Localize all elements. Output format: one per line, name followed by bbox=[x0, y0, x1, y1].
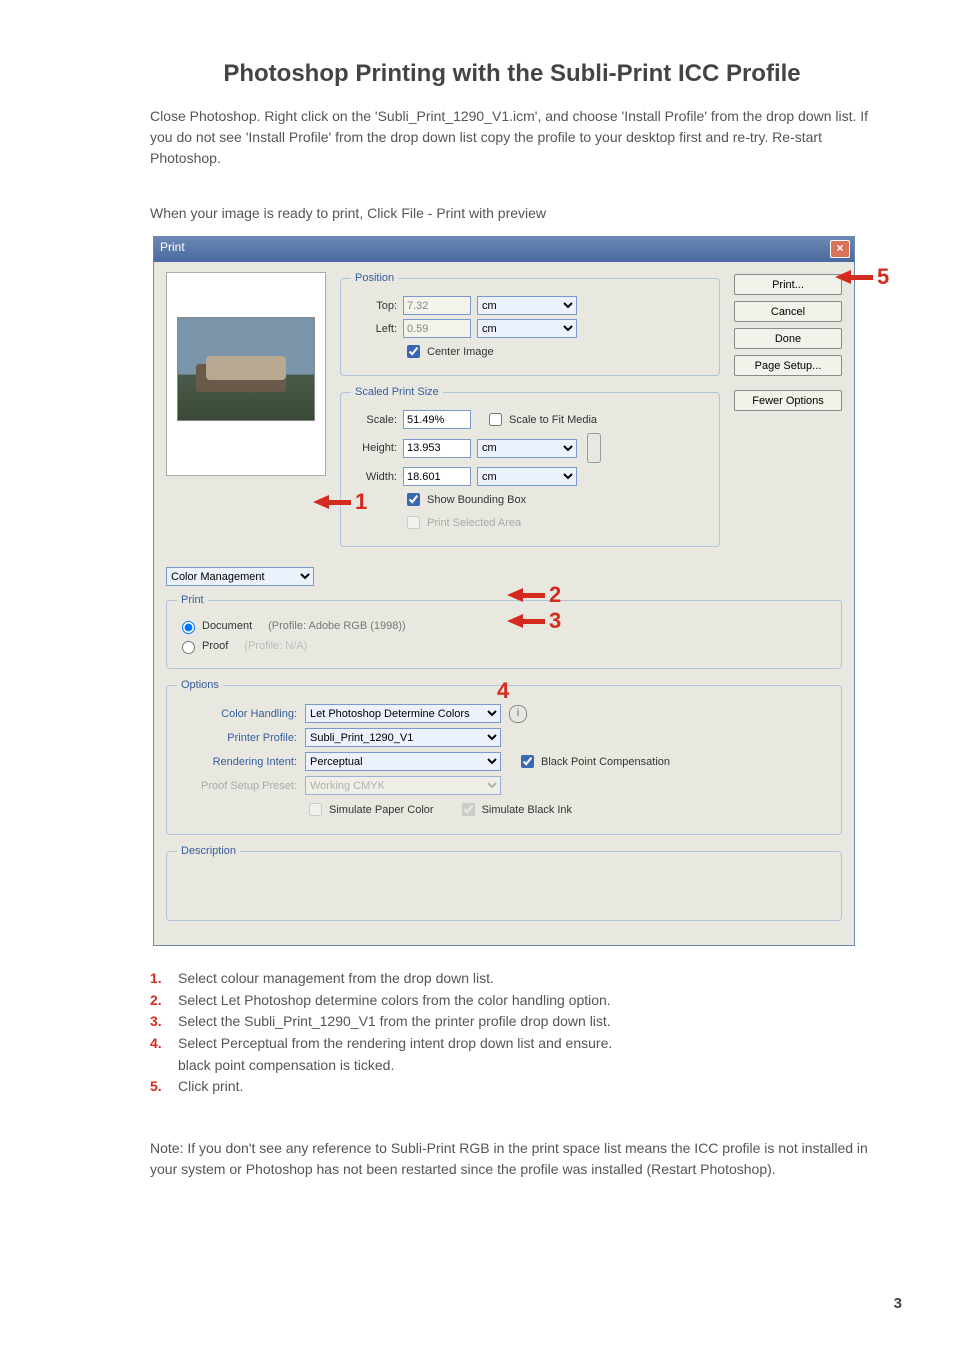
options-group: Options Color Handling: Let Photoshop De… bbox=[166, 679, 842, 835]
dialog-titlebar: Print × bbox=[154, 237, 854, 262]
fewer-options-button[interactable]: Fewer Options bbox=[734, 390, 842, 411]
top-input bbox=[403, 296, 471, 315]
print-button[interactable]: Print... bbox=[734, 274, 842, 295]
step-num: 2. bbox=[150, 990, 172, 1012]
step-text: Select the Subli_Print_1290_V1 from the … bbox=[178, 1011, 611, 1033]
center-image-checkbox[interactable]: Center Image bbox=[403, 342, 494, 361]
step-text: Click print. bbox=[178, 1076, 243, 1098]
height-label: Height: bbox=[351, 442, 397, 454]
intro-text: Close Photoshop. Right click on the 'Sub… bbox=[150, 106, 874, 169]
done-button[interactable]: Done bbox=[734, 328, 842, 349]
step-text-cont: black point compensation is ticked. bbox=[178, 1055, 874, 1077]
link-icon[interactable] bbox=[587, 433, 601, 463]
color-handling-select[interactable]: Let Photoshop Determine Colors bbox=[305, 704, 501, 723]
printer-profile-label: Printer Profile: bbox=[177, 732, 297, 744]
sim-paper-checkbox: Simulate Paper Color bbox=[305, 800, 434, 819]
left-unit-select[interactable]: cm bbox=[477, 319, 577, 338]
page-number: 3 bbox=[894, 1295, 902, 1312]
width-label: Width: bbox=[351, 471, 397, 483]
description-legend: Description bbox=[177, 845, 240, 857]
height-input[interactable] bbox=[403, 439, 471, 458]
scale-input[interactable] bbox=[403, 410, 471, 429]
show-bbox-label: Show Bounding Box bbox=[427, 494, 526, 506]
step-text: Select colour management from the drop d… bbox=[178, 968, 494, 990]
top-label: Top: bbox=[351, 300, 397, 312]
step-text: Select Perceptual from the rendering int… bbox=[178, 1033, 612, 1055]
document-radio-label: Document bbox=[202, 620, 252, 632]
steps-list: 1. Select colour management from the drop… bbox=[150, 968, 874, 1098]
description-group: Description bbox=[166, 845, 842, 921]
document-radio[interactable]: Document bbox=[177, 618, 252, 634]
print-source-legend: Print bbox=[177, 594, 208, 606]
scale-fit-label: Scale to Fit Media bbox=[509, 414, 597, 426]
step-num: 4. bbox=[150, 1033, 172, 1055]
options-legend: Options bbox=[177, 679, 223, 691]
step-num: 1. bbox=[150, 968, 172, 990]
step-num: 5. bbox=[150, 1076, 172, 1098]
step-text: Select Let Photoshop determine colors fr… bbox=[178, 990, 611, 1012]
left-label: Left: bbox=[351, 323, 397, 335]
scale-label: Scale: bbox=[351, 414, 397, 426]
sim-paper-label: Simulate Paper Color bbox=[329, 804, 434, 816]
top-unit-select[interactable]: cm bbox=[477, 296, 577, 315]
rendering-intent-label: Rendering Intent: bbox=[177, 756, 297, 768]
center-image-label: Center Image bbox=[427, 346, 494, 358]
color-handling-label: Color Handling: bbox=[177, 708, 297, 720]
close-icon[interactable]: × bbox=[830, 240, 850, 258]
bpc-checkbox[interactable]: Black Point Compensation bbox=[517, 752, 670, 771]
dialog-title: Print bbox=[160, 240, 185, 254]
left-input bbox=[403, 319, 471, 338]
position-legend: Position bbox=[351, 272, 398, 284]
step-num: 3. bbox=[150, 1011, 172, 1033]
page-setup-button[interactable]: Page Setup... bbox=[734, 355, 842, 376]
show-bbox-checkbox[interactable]: Show Bounding Box bbox=[403, 490, 526, 509]
print-sel-checkbox: Print Selected Area bbox=[403, 513, 521, 532]
printer-profile-select[interactable]: Subli_Print_1290_V1 bbox=[305, 728, 501, 747]
sim-black-checkbox: Simulate Black Ink bbox=[458, 800, 572, 819]
info-icon[interactable]: i bbox=[509, 705, 527, 723]
section-select[interactable]: Color Management bbox=[166, 567, 314, 586]
prelude-text: When your image is ready to print, Click… bbox=[150, 203, 874, 224]
scaled-size-group: Scaled Print Size Scale: Scale to Fit Me… bbox=[340, 386, 720, 547]
proof-preset-select: Working CMYK bbox=[305, 776, 501, 795]
width-unit-select[interactable]: cm bbox=[477, 467, 577, 486]
print-sel-label: Print Selected Area bbox=[427, 517, 521, 529]
print-source-group: Print Document (Profile: Adobe RGB (1998… bbox=[166, 594, 842, 669]
rendering-intent-select[interactable]: Perceptual bbox=[305, 752, 501, 771]
width-input[interactable] bbox=[403, 467, 471, 486]
page-title: Photoshop Printing with the Subli-Print … bbox=[150, 60, 874, 88]
print-dialog: Print × Position Top: bbox=[153, 236, 855, 946]
cancel-button[interactable]: Cancel bbox=[734, 301, 842, 322]
proof-radio-label: Proof bbox=[202, 640, 228, 652]
height-unit-select[interactable]: cm bbox=[477, 439, 577, 458]
proof-profile-text: (Profile: N/A) bbox=[244, 640, 307, 652]
sim-black-label: Simulate Black Ink bbox=[482, 804, 572, 816]
scaled-legend: Scaled Print Size bbox=[351, 386, 443, 398]
proof-radio[interactable]: Proof bbox=[177, 638, 228, 654]
document-profile-text: (Profile: Adobe RGB (1998)) bbox=[268, 620, 406, 632]
position-group: Position Top: cm Left: cm bbox=[340, 272, 720, 376]
bpc-label: Black Point Compensation bbox=[541, 756, 670, 768]
note-text: Note: If you don't see any reference to … bbox=[150, 1138, 874, 1180]
scale-fit-checkbox[interactable]: Scale to Fit Media bbox=[485, 410, 597, 429]
print-preview bbox=[166, 272, 326, 557]
proof-preset-label: Proof Setup Preset: bbox=[177, 780, 297, 792]
